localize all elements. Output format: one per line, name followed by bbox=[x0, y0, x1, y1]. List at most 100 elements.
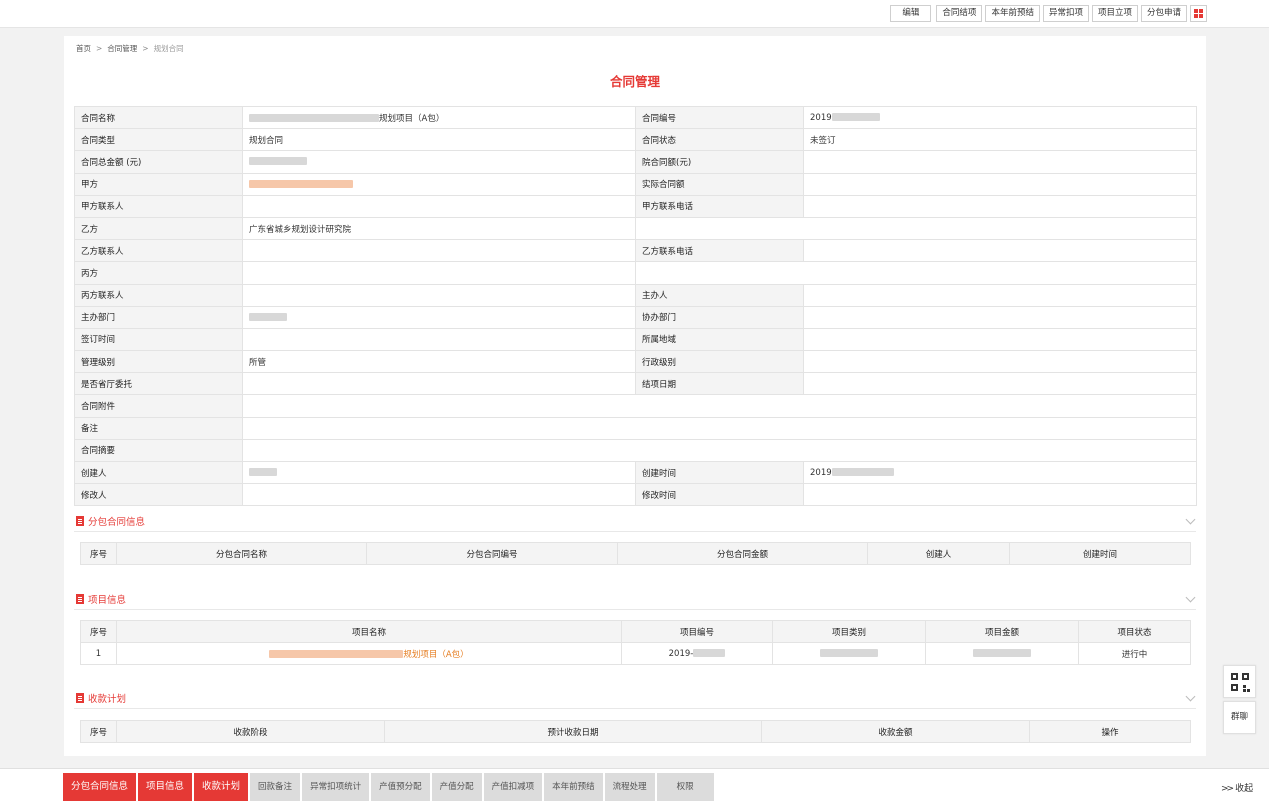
tab-output-preallocation[interactable]: 产值预分配 bbox=[371, 773, 430, 801]
col-project-category: 项目类别 bbox=[772, 620, 926, 643]
info-row-remarks: 备注 bbox=[74, 416, 1197, 440]
label-remarks: 备注 bbox=[74, 416, 243, 440]
table-header-row: 序号 项目名称 项目编号 项目类别 项目金额 项目状态 bbox=[80, 620, 1191, 643]
abnormal-deduction-button[interactable]: 异常扣项 bbox=[1042, 5, 1089, 22]
cell-project-category bbox=[772, 642, 926, 665]
tab-workflow[interactable]: 流程处理 bbox=[604, 773, 655, 801]
document-icon bbox=[76, 516, 84, 526]
label-party-c: 丙方 bbox=[74, 261, 243, 285]
table-header-row: 序号 收款阶段 预计收款日期 收款金额 操作 bbox=[80, 720, 1191, 743]
breadcrumb-home[interactable]: 首页 bbox=[76, 44, 91, 53]
label-party-b-contact: 乙方联系人 bbox=[74, 239, 243, 263]
col-index: 序号 bbox=[80, 620, 117, 643]
label-total-amount: 合同总金额 (元) bbox=[74, 150, 243, 174]
project-name-link[interactable]: 规划项目（A包） bbox=[116, 642, 622, 665]
value-provincial-commission bbox=[242, 372, 636, 396]
contract-close-button[interactable]: 合同结项 bbox=[936, 5, 983, 22]
breadcrumb-contract-management[interactable]: 合同管理 bbox=[107, 44, 137, 53]
subcontract-section-header[interactable]: 分包合同信息 bbox=[74, 512, 1196, 532]
double-chevron-right-icon: >> bbox=[1221, 784, 1234, 794]
project-setup-button[interactable]: 项目立项 bbox=[1091, 5, 1138, 22]
label-party-a: 甲方 bbox=[74, 172, 243, 196]
empty-cell bbox=[635, 261, 1197, 285]
cell-project-number: 2019- bbox=[621, 642, 773, 665]
cell-project-status: 进行中 bbox=[1078, 642, 1191, 665]
value-close-date bbox=[803, 372, 1197, 396]
info-row-attachments: 合同附件 bbox=[74, 394, 1197, 418]
col-payment-stage: 收款阶段 bbox=[116, 720, 385, 743]
tab-permissions[interactable]: 权限 bbox=[656, 773, 714, 801]
project-section-header[interactable]: 项目信息 bbox=[74, 590, 1196, 610]
tab-payment-remarks[interactable]: 回款备注 bbox=[250, 773, 301, 801]
payment-section-header[interactable]: 收款计划 bbox=[74, 689, 1196, 709]
table-row: 1 规划项目（A包） 2019- 进行中 bbox=[80, 642, 1191, 665]
toolbar-buttons: 编辑 合同结项 本年前预结 异常扣项 项目立项 分包申请 bbox=[890, 5, 1207, 22]
subcontract-section-title: 分包合同信息 bbox=[88, 517, 146, 528]
label-summary: 合同摘要 bbox=[74, 438, 243, 463]
info-row-sign-time: 签订时间 所属地域 bbox=[74, 327, 1197, 352]
value-contract-name: 规划项目（A包） bbox=[242, 105, 636, 130]
label-attachments: 合同附件 bbox=[74, 394, 243, 418]
label-party-a-phone: 甲方联系电话 bbox=[635, 194, 804, 218]
info-row-contract-name: 合同名称 规划项目（A包） 合同编号 2019 bbox=[74, 105, 1197, 130]
bottom-tabs: 分包合同信息 项目信息 收款计划 回款备注 异常扣项统计 产值预分配 产值分配 … bbox=[63, 773, 714, 801]
contract-panel: 首页 > 合同管理 > 规划合同 合同管理 合同名称 规划项目（A包） 合同编号 201… bbox=[64, 36, 1206, 756]
grid-menu-icon[interactable] bbox=[1190, 5, 1207, 22]
tab-payment-plan[interactable]: 收款计划 bbox=[194, 773, 249, 801]
value-party-a-contact bbox=[242, 194, 636, 218]
label-party-b: 乙方 bbox=[74, 216, 243, 241]
value-management-level: 所管 bbox=[242, 350, 636, 374]
info-row-management-level: 管理级别 所管 行政级别 bbox=[74, 350, 1197, 374]
subcontract-table: 序号 分包合同名称 分包合同编号 分包合同金额 创建人 创建时间 bbox=[80, 542, 1191, 565]
value-create-time: 2019 bbox=[803, 460, 1197, 485]
breadcrumb-separator: > bbox=[142, 44, 149, 53]
info-row-modifier: 修改人 修改时间 bbox=[74, 483, 1197, 507]
value-party-b: 广东省城乡规划设计研究院 bbox=[242, 216, 636, 241]
value-modify-time bbox=[803, 483, 1197, 507]
chevron-down-icon[interactable] bbox=[1185, 514, 1196, 525]
group-chat-button[interactable]: 群聊 bbox=[1223, 701, 1256, 734]
value-admin-level bbox=[803, 350, 1197, 374]
value-total-amount bbox=[242, 150, 636, 174]
top-toolbar: 编辑 合同结项 本年前预结 异常扣项 项目立项 分包申请 bbox=[0, 0, 1269, 28]
label-create-time: 创建时间 bbox=[635, 460, 804, 485]
info-row-host-dept: 主办部门 协办部门 bbox=[74, 305, 1197, 329]
label-institute-amount: 院合同额(元) bbox=[635, 150, 804, 174]
chevron-down-icon[interactable] bbox=[1185, 592, 1196, 603]
tab-output-deduction[interactable]: 产值扣减项 bbox=[483, 773, 543, 801]
tab-subcontract-info[interactable]: 分包合同信息 bbox=[63, 773, 137, 801]
year-prepay-button[interactable]: 本年前预结 bbox=[985, 5, 1040, 22]
payment-table: 序号 收款阶段 预计收款日期 收款金额 操作 bbox=[80, 720, 1191, 743]
breadcrumb-separator: > bbox=[96, 44, 103, 53]
label-actual-amount: 实际合同额 bbox=[635, 172, 804, 196]
label-admin-level: 行政级别 bbox=[635, 350, 804, 374]
col-create-time: 创建时间 bbox=[1009, 542, 1191, 565]
value-attachments[interactable] bbox=[242, 394, 1197, 418]
info-row-party-a: 甲方 实际合同额 bbox=[74, 172, 1197, 196]
label-modify-time: 修改时间 bbox=[635, 483, 804, 507]
label-party-a-contact: 甲方联系人 bbox=[74, 194, 243, 218]
label-region: 所属地域 bbox=[635, 327, 804, 352]
tab-project-info[interactable]: 项目信息 bbox=[138, 773, 193, 801]
edit-button[interactable]: 编辑 bbox=[890, 5, 932, 22]
col-project-number: 项目编号 bbox=[621, 620, 773, 643]
subcontract-apply-button[interactable]: 分包申请 bbox=[1140, 5, 1187, 22]
value-party-c-contact bbox=[242, 283, 636, 307]
tab-year-prepay[interactable]: 本年前预结 bbox=[544, 773, 603, 801]
tab-abnormal-deduction-stats[interactable]: 异常扣项统计 bbox=[302, 773, 370, 801]
value-party-a-phone bbox=[803, 194, 1197, 218]
value-party-b-contact bbox=[242, 239, 636, 263]
label-party-c-contact: 丙方联系人 bbox=[74, 283, 243, 307]
payment-section-title: 收款计划 bbox=[88, 694, 127, 705]
label-contract-number: 合同编号 bbox=[635, 105, 804, 130]
value-host-dept bbox=[242, 305, 636, 329]
info-row-party-a-contact: 甲方联系人 甲方联系电话 bbox=[74, 194, 1197, 218]
tab-output-allocation[interactable]: 产值分配 bbox=[431, 773, 482, 801]
chevron-down-icon[interactable] bbox=[1185, 691, 1196, 702]
label-host-dept: 主办部门 bbox=[74, 305, 243, 329]
label-co-dept: 协办部门 bbox=[635, 305, 804, 329]
value-institute-amount bbox=[803, 150, 1197, 174]
info-row-party-c-contact: 丙方联系人 主办人 bbox=[74, 283, 1197, 307]
qr-code-button[interactable] bbox=[1223, 665, 1256, 698]
collapse-button[interactable]: >> 收起 bbox=[1221, 781, 1253, 794]
